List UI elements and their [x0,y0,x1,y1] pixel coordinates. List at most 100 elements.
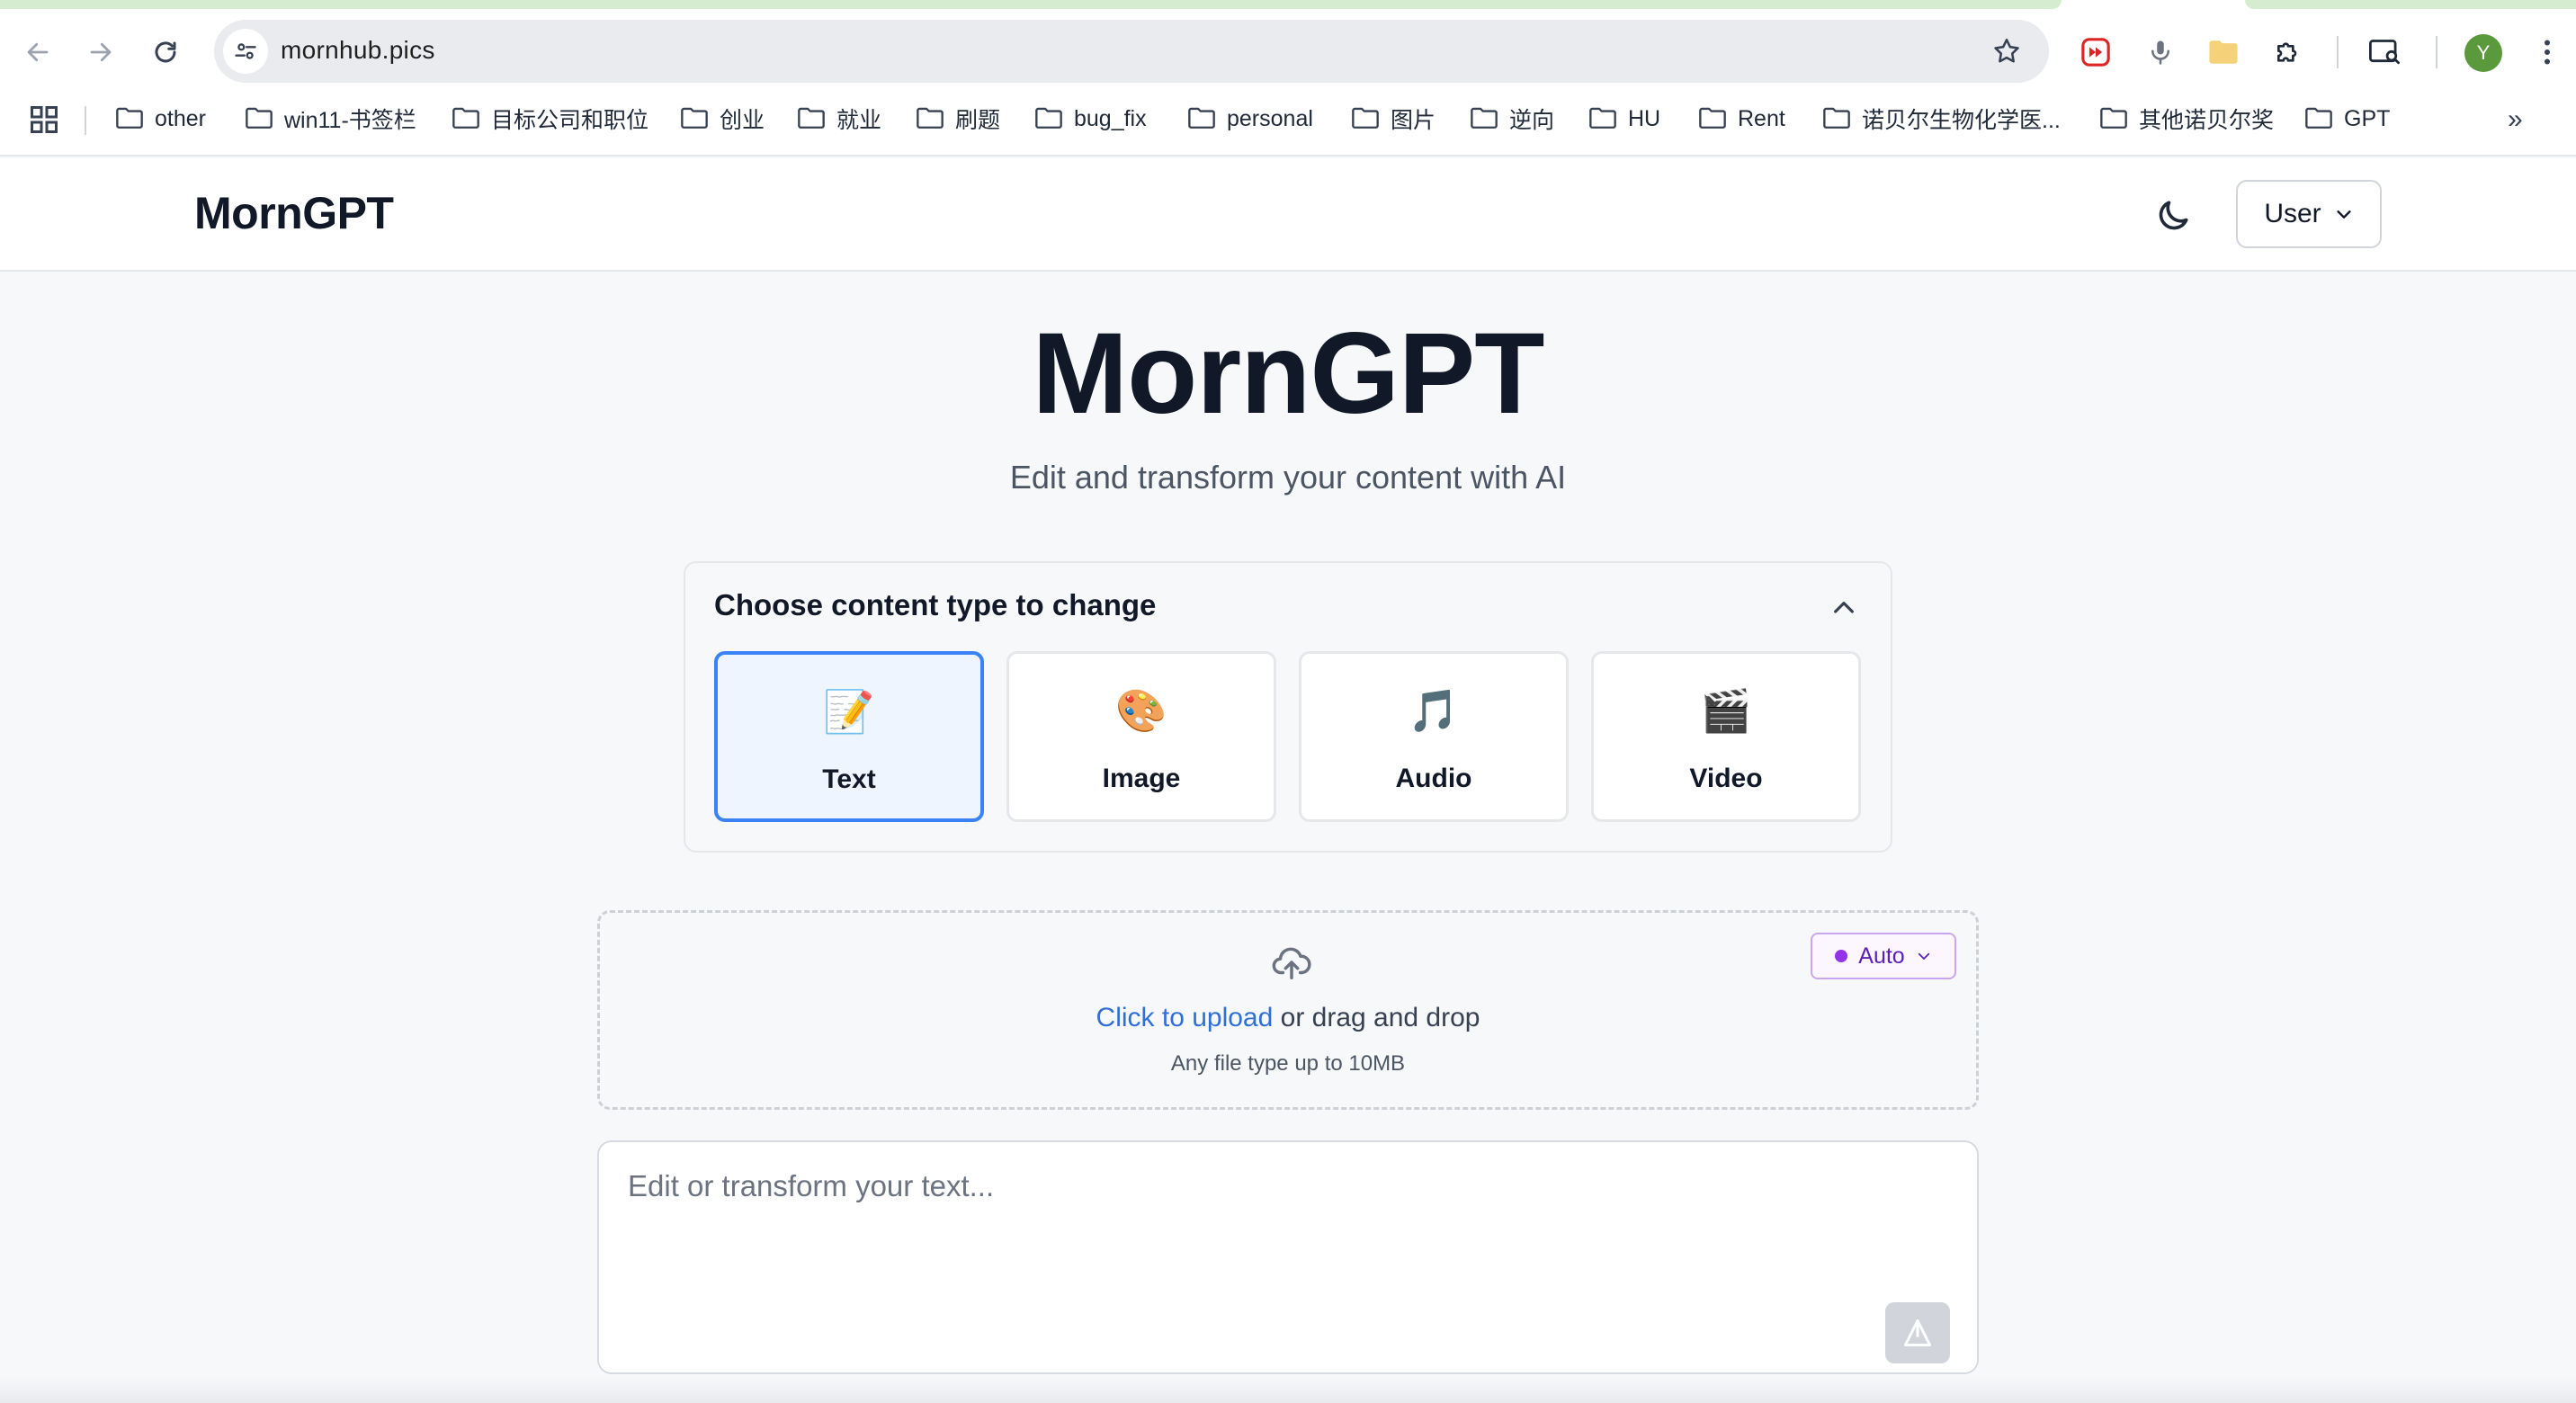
folder-outline-icon [1699,107,1726,129]
bookmark-star-icon[interactable] [1991,36,2022,67]
chevron-down-icon [2337,210,2351,219]
forward-button[interactable] [81,32,121,72]
tab-search-button[interactable] [2366,32,2405,72]
click-to-upload-link[interactable]: Click to upload [1096,1003,1274,1032]
toolbar-divider [2337,36,2339,68]
bookmarks-divider [85,106,86,135]
address-bar[interactable]: mornhub.pics [214,20,2049,83]
send-icon [1904,1319,1931,1346]
upload-instructions: Click to upload or drag and drop [600,1003,1976,1033]
mode-select-label: Auto [1858,943,1905,969]
bookmark-label: 其他诺贝尔奖 [2139,108,2275,133]
user-menu-button[interactable]: User [2236,180,2382,248]
content-type-label: Audio [1395,764,1472,793]
folder-outline-icon [2100,107,2127,129]
folder-outline-icon [1589,107,1616,129]
folder-outline-icon [917,107,944,129]
folder-outline-icon [1352,107,1379,129]
window-bottom-edge [0,1376,2576,1403]
music-note-icon: 🎵 [1408,687,1460,734]
bookmark-label: 图片 [1391,108,1436,133]
bookmark-item[interactable]: 就业 [797,103,881,135]
browser-chrome: mornhub.pics Y other win11-书签栏 目标公司和职位 创业 就业… [0,0,2576,156]
bookmark-item[interactable]: 逆向 [1470,103,1554,135]
bookmark-item[interactable]: 目标公司和职位 [452,103,648,135]
page-subtitle: Edit and transform your content with AI [1009,459,1567,496]
folder-outline-icon [246,107,273,129]
brand-logo[interactable]: MornGPT [194,187,394,239]
bookmark-item[interactable]: HU [1588,103,1660,135]
bookmarks-overflow-button[interactable]: » [2508,104,2523,135]
prompt-editor [597,1140,1979,1374]
folder-extension-button[interactable] [2204,32,2243,72]
dark-mode-toggle-moon-icon[interactable] [2153,196,2193,236]
folder-outline-icon [1823,107,1850,129]
content-type-audio[interactable]: 🎵 Audio [1299,651,1569,822]
file-upload-dropzone[interactable]: Click to upload or drag and drop Any fil… [597,910,1979,1110]
bookmark-label: HU [1628,105,1661,131]
site-info-icon[interactable] [223,29,268,74]
puzzle-icon [2277,42,2297,62]
app-header: MornGPT User [0,158,2576,272]
drag-drop-text: or drag and drop [1273,1003,1480,1032]
bookmark-item[interactable]: 创业 [680,103,765,135]
apps-grid-icon[interactable] [31,106,58,133]
bookmark-item[interactable]: bug_fix [1034,103,1147,135]
page-title: MornGPT [1032,309,1545,438]
bookmark-label: 创业 [720,108,765,133]
content-type-label: Text [822,764,876,794]
bookmark-item[interactable]: other [115,103,206,135]
prompt-input[interactable] [628,1169,1797,1277]
content-type-video[interactable]: 🎬 Video [1591,651,1861,822]
bookmark-item[interactable]: personal [1187,103,1313,135]
bookmark-item[interactable]: 其他诺贝尔奖 [2099,103,2274,135]
content-type-label: Video [1689,764,1763,793]
fast-forward-icon [2081,38,2110,67]
send-button[interactable] [1885,1302,1950,1363]
bookmark-label: 就业 [836,108,882,133]
arrow-left-icon [27,42,49,62]
upload-hint: Any file type up to 10MB [1170,1051,1406,1076]
bookmark-item[interactable]: 图片 [1351,103,1436,135]
bookmark-item[interactable]: GPT [2304,103,2390,135]
content-type-title: Choose content type to change [714,588,1157,621]
tab-strip-right [2245,0,2576,9]
content-type-label: Image [1102,764,1181,793]
folder-outline-icon [1035,107,1062,129]
content-type-text[interactable]: 📝 Text [714,651,984,822]
bookmarks-bar: other win11-书签栏 目标公司和职位 创业 就业 刷题 bug_fix person… [0,97,2576,140]
folder-outline-icon [798,107,825,129]
bookmark-label: Rent [1738,105,1785,131]
bookmark-label: bug_fix [1074,105,1147,131]
mode-select[interactable]: Auto [1811,933,1956,979]
palette-icon: 🎨 [1115,687,1167,734]
url-text[interactable]: mornhub.pics [281,36,435,65]
bookmark-label: 刷题 [955,108,1001,133]
bookmark-item[interactable]: 诺贝尔生物化学医... [1822,103,2061,135]
microphone-button[interactable] [2141,32,2180,72]
back-button[interactable] [18,32,58,72]
extensions-button[interactable] [2268,32,2308,72]
chevron-down-icon [1918,952,1929,960]
status-dot-icon [1835,950,1848,962]
reload-button[interactable] [146,32,185,72]
tab-strip [0,0,2062,9]
reload-icon [155,41,176,63]
extension-red-button[interactable] [2076,32,2115,72]
profile-avatar[interactable]: Y [2464,34,2502,72]
memo-icon: 📝 [823,688,875,735]
bookmark-label: 诺贝尔生物化学医... [1862,108,2061,133]
bookmark-label: other [155,105,206,131]
bookmark-item[interactable]: win11-书签栏 [245,103,416,135]
tab-search-icon [2369,40,2400,65]
bookmark-item[interactable]: 刷题 [916,103,1000,135]
microphone-icon [2151,40,2169,65]
folder-icon [2209,40,2238,64]
content-type-image[interactable]: 🎨 Image [1006,651,1276,822]
browser-menu-button[interactable] [2527,32,2567,72]
bookmark-label: GPT [2344,105,2391,131]
chevron-up-icon[interactable] [1829,594,1858,622]
bookmark-label: personal [1227,105,1313,131]
clapper-board-icon: 🎬 [1700,687,1752,734]
bookmark-item[interactable]: Rent [1698,103,1785,135]
